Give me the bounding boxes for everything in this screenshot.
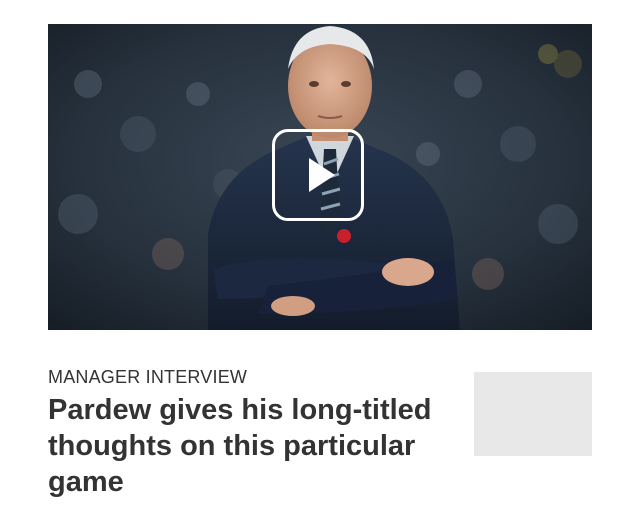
article-card[interactable]: MANAGER INTERVIEW Pardew gives his long-…: [0, 0, 640, 528]
play-button[interactable]: [272, 129, 364, 221]
video-player[interactable]: [48, 24, 592, 330]
article-headline[interactable]: Pardew gives his long-titled thoughts on…: [48, 392, 458, 500]
article-category: MANAGER INTERVIEW: [48, 367, 248, 387]
play-icon: [309, 158, 335, 192]
thumbnail-placeholder: [474, 372, 592, 456]
